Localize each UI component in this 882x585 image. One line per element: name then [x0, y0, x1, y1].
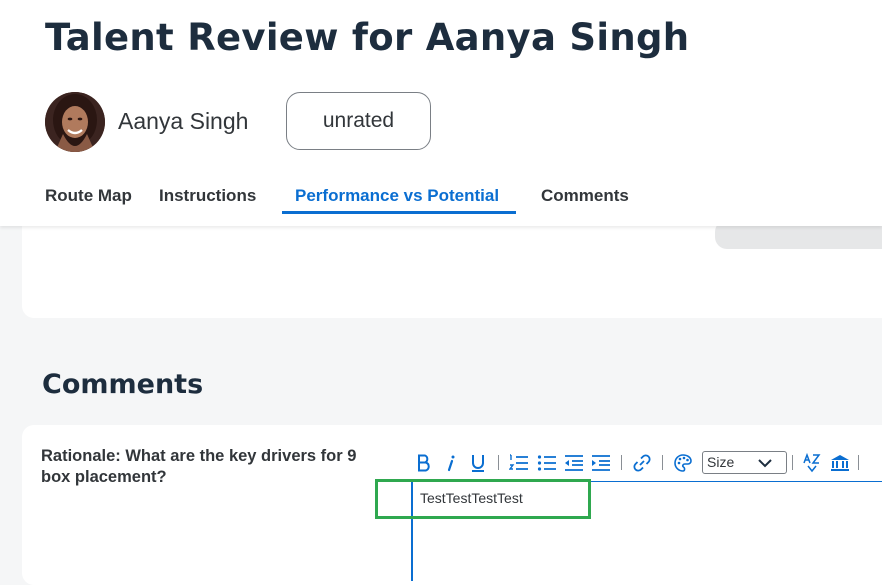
page-header: Talent Review for Aanya Singh Aanya Sing…	[0, 0, 882, 226]
tab-bar: Route Map Instructions Performance vs Po…	[0, 180, 882, 214]
toolbar-separator	[662, 455, 663, 470]
page-title: Talent Review for Aanya Singh	[45, 16, 690, 59]
palette-icon[interactable]	[672, 449, 694, 477]
bold-icon[interactable]	[415, 449, 433, 477]
numbered-list-icon[interactable]	[508, 449, 530, 477]
editor-content[interactable]: TestTestTestTest	[420, 490, 523, 506]
outdent-icon[interactable]	[563, 449, 585, 477]
avatar	[45, 92, 105, 152]
tab-performance-vs-potential[interactable]: Performance vs Potential	[295, 186, 499, 206]
link-icon[interactable]	[631, 449, 653, 477]
tab-comments[interactable]: Comments	[541, 186, 629, 206]
bank-icon[interactable]	[829, 449, 851, 477]
tab-instructions[interactable]: Instructions	[159, 186, 256, 206]
font-size-select[interactable]: Size	[702, 451, 787, 474]
italic-icon[interactable]	[444, 449, 458, 477]
toolbar-separator	[858, 455, 859, 470]
chevron-down-icon	[758, 459, 772, 468]
indent-icon[interactable]	[590, 449, 612, 477]
spellcheck-icon[interactable]	[801, 449, 823, 477]
underline-icon[interactable]	[469, 449, 487, 477]
user-name: Aanya Singh	[118, 108, 249, 134]
bullet-list-icon[interactable]	[536, 449, 558, 477]
active-tab-indicator	[282, 211, 516, 214]
toolbar-separator	[792, 455, 793, 470]
tab-route-map[interactable]: Route Map	[45, 186, 132, 206]
rating-badge[interactable]: unrated	[286, 92, 431, 150]
comments-heading: Comments	[42, 369, 204, 400]
toolbar-separator	[498, 455, 499, 470]
rationale-question-label: Rationale: What are the key drivers for …	[41, 447, 357, 486]
rich-text-toolbar: Size	[411, 449, 882, 477]
toolbar-separator	[621, 455, 622, 470]
font-size-select-value: Size	[707, 454, 735, 470]
